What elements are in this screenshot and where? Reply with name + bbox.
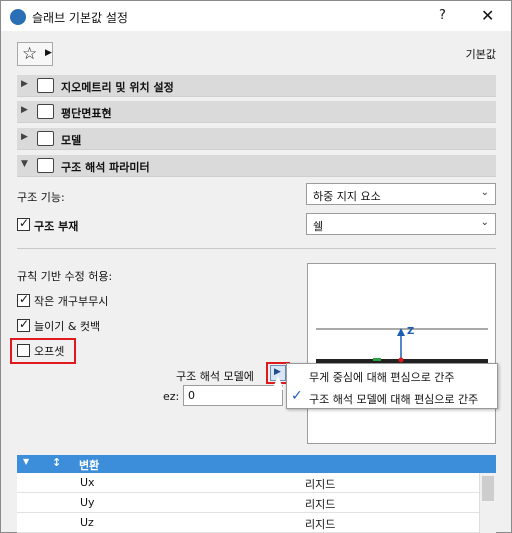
- title-bar: 슬래브 기본값 설정 ? ✕: [1, 1, 511, 31]
- chevron-down-icon: ⌄: [480, 217, 489, 228]
- row-key: Ux: [80, 476, 95, 489]
- row-value: 리지드: [305, 518, 336, 531]
- axis-z-label: Z: [407, 326, 415, 337]
- expand-arrow-icon: ▶: [21, 105, 28, 115]
- preview-panel: Z: [307, 263, 496, 444]
- panel-label: 모델: [61, 134, 82, 147]
- row-value: 리지드: [305, 498, 336, 511]
- panel-label: 구조 해석 파라미터: [61, 161, 150, 174]
- menu-item-label: 무게 중심에 대해 편심으로 간주: [309, 371, 455, 384]
- app-logo-icon: [10, 9, 26, 25]
- ignore-small-openings-label: 작은 개구부무시: [34, 295, 109, 308]
- panel-floorplan[interactable]: ▶ 평단면표현: [17, 101, 496, 123]
- divider: [17, 248, 496, 249]
- panel-label: 평단면표현: [61, 107, 112, 120]
- rules-label: 규칙 기반 수정 허용:: [17, 270, 113, 283]
- menu-item-label: 구조 해석 모델에 대해 편심으로 간주: [309, 393, 479, 406]
- row-key: Uy: [80, 496, 95, 509]
- extend-cutback-checkbox[interactable]: [17, 317, 30, 332]
- table-row[interactable]: Uy 리지드: [17, 493, 479, 513]
- table-row[interactable]: Ux 리지드: [17, 473, 479, 493]
- expand-arrow-icon: ▶: [21, 79, 28, 89]
- window-title: 슬래브 기본값 설정: [32, 11, 128, 25]
- structural-icon: [37, 158, 54, 173]
- ez-input[interactable]: 0: [183, 385, 283, 406]
- mouse-cursor-icon: [272, 376, 284, 390]
- menu-item-analytical-model[interactable]: ✓ 구조 해석 모델에 대해 편심으로 간주: [287, 387, 497, 409]
- row-value: 리지드: [305, 478, 336, 491]
- checkmark-icon: ✓: [291, 388, 303, 404]
- select-value: 쉘: [313, 220, 324, 233]
- expand-arrow-icon: ▶: [21, 132, 28, 142]
- model-offset-label: 구조 해석 모델에: [176, 370, 254, 383]
- help-button[interactable]: ?: [439, 8, 446, 23]
- model-icon: [37, 131, 54, 146]
- panel-geometry[interactable]: ▶ 지오메트리 및 위치 설정: [17, 75, 496, 97]
- offset-mode-menu: 무게 중심에 대해 편심으로 간주 ✓ 구조 해석 모델에 대해 편심으로 간주: [286, 363, 498, 409]
- row-key: Uz: [80, 516, 94, 529]
- scrollbar-thumb[interactable]: [482, 476, 494, 501]
- table-row[interactable]: Uz 리지드: [17, 513, 479, 533]
- collapse-arrow-icon: ▼: [21, 159, 28, 169]
- ez-value: 0: [188, 389, 195, 402]
- close-button[interactable]: ✕: [481, 6, 494, 25]
- menu-item-center-of-gravity[interactable]: 무게 중심에 대해 편심으로 간주: [287, 365, 497, 387]
- ignore-small-openings-checkbox[interactable]: [17, 292, 30, 307]
- collapse-arrow-icon: ▼: [23, 457, 30, 466]
- chevron-down-icon: ⌄: [480, 187, 489, 198]
- structural-function-label: 구조 기능:: [17, 191, 65, 204]
- structural-function-select[interactable]: 하중 지지 요소 ⌄: [306, 183, 496, 205]
- panel-label: 지오메트리 및 위치 설정: [61, 81, 174, 94]
- panel-model[interactable]: ▶ 모델: [17, 128, 496, 150]
- resize-vertical-icon: ↕: [52, 456, 62, 469]
- extend-cutback-label: 늘이기 & 컷백: [34, 320, 101, 333]
- structural-member-checkbox[interactable]: [17, 216, 30, 231]
- table-header-label: 변환: [79, 459, 100, 472]
- select-value: 하중 지지 요소: [313, 190, 381, 203]
- geometry-icon: [37, 78, 54, 93]
- floorplan-icon: [37, 104, 54, 119]
- panel-structural[interactable]: ▼ 구조 해석 파라미터: [17, 155, 496, 177]
- offset-checkbox[interactable]: [17, 344, 30, 357]
- ez-label: ez:: [163, 390, 180, 403]
- preset-label: 기본값: [465, 48, 496, 61]
- preview-diagram: [316, 328, 488, 365]
- structural-member-select[interactable]: 쉘 ⌄: [306, 213, 496, 235]
- offset-label: 오프셋: [34, 345, 65, 358]
- table-scrollbar[interactable]: [479, 473, 496, 533]
- star-icon: ☆: [22, 44, 38, 64]
- structural-member-label: 구조 부재: [34, 220, 79, 233]
- chevron-right-icon: ▶: [45, 48, 52, 58]
- table-header[interactable]: ▼ ↕ 변환: [17, 455, 496, 473]
- favorites-button[interactable]: ☆ ▶: [17, 42, 53, 66]
